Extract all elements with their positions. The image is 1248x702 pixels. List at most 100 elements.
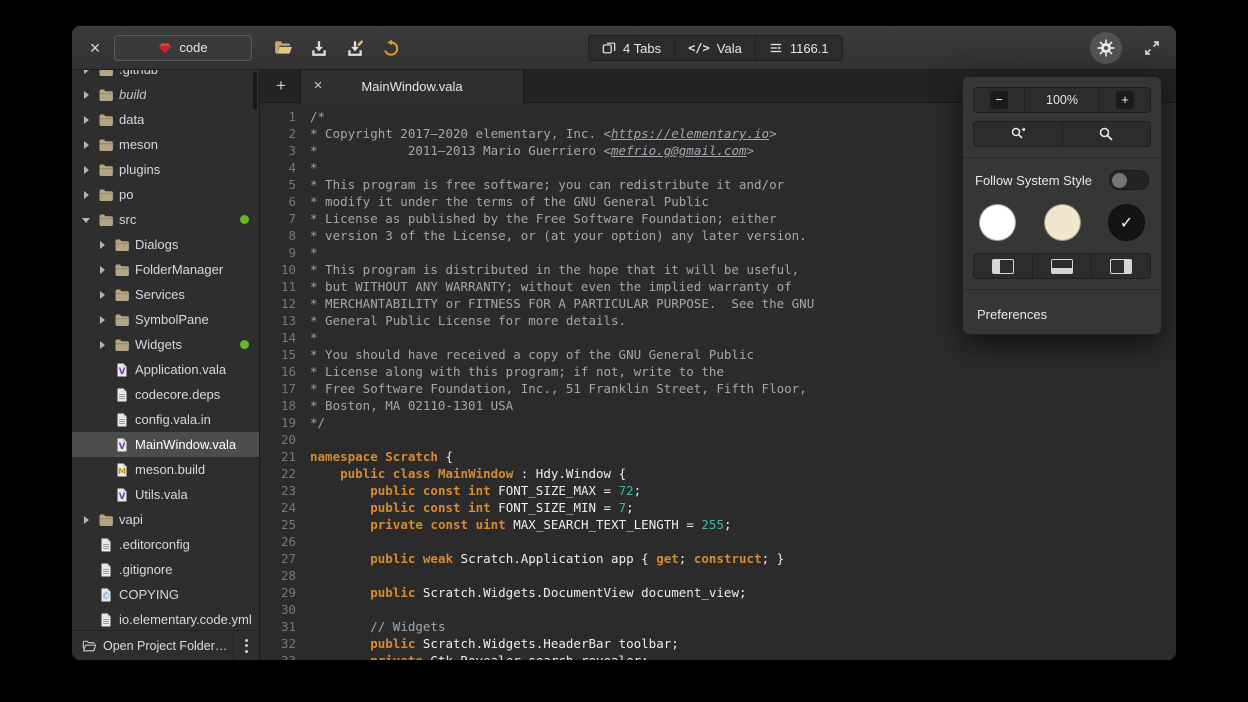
tree-file-config.vala.in[interactable]: config.vala.in [72,407,259,432]
tree-folder-Services[interactable]: Services [72,282,259,307]
code-text: * Copyright 2017–2020 elementary, Inc. <… [296,125,777,142]
save-as-button[interactable] [340,33,370,63]
code-token: * but WITHOUT ANY WARRANTY; without even… [310,279,792,294]
layout-controls [973,253,1151,279]
expander-closed-icon[interactable] [96,313,109,327]
code-token [310,483,370,498]
expander-closed-icon[interactable] [80,70,93,77]
line-number: 8 [260,227,296,244]
save-icon [310,39,328,57]
tree-item-label: codecore.deps [135,387,220,402]
expander-closed-icon[interactable] [80,163,93,177]
expander-closed-icon[interactable] [96,238,109,252]
project-sidebar: .github builddatamesonpluginspo src Dialogs… [72,70,260,660]
save-file-button[interactable] [304,33,334,63]
code-line: 33 private Gtk.Revealer search_revealer; [260,652,1176,660]
layout-sidebar-left-button[interactable] [973,253,1033,279]
zoom-out-button[interactable]: − [973,87,1025,113]
tree-folder-FolderManager[interactable]: FolderManager [72,257,259,282]
tree-folder-SymbolPane[interactable]: SymbolPane [72,307,259,332]
tree-item-label: meson.build [135,462,205,477]
style-light-button[interactable] [979,204,1016,241]
expander-closed-icon[interactable] [80,513,93,527]
tree-folder-meson[interactable]: meson [72,132,259,157]
layout-bottom-panel-button[interactable] [1032,253,1092,279]
tree-item-label: io.elementary.code.yml [119,612,252,627]
code-token: Scratch [385,449,438,464]
tree-folder-Widgets[interactable]: Widgets [72,332,259,357]
style-sepia-button[interactable] [1044,204,1081,241]
open-file-button[interactable] [268,33,298,63]
zoom-out-icon: − [990,91,1008,109]
code-text: * but WITHOUT ANY WARRANTY; without even… [296,278,792,295]
code-line: 16* License along with this program; if … [260,363,1176,380]
code-token: private [370,517,423,532]
expander-closed-icon[interactable] [80,138,93,152]
search-icon [1098,126,1114,142]
expander-spacer [80,563,93,577]
tree-file-.editorconfig[interactable]: .editorconfig [72,532,259,557]
goto-line-button[interactable]: 1166.1 [755,35,843,61]
expander-closed-icon[interactable] [80,88,93,102]
zoom-in-button[interactable]: + [1099,87,1151,113]
line-number: 7 [260,210,296,227]
code-token: * 2011–2013 Mario Guerriero < [310,143,611,158]
revert-button[interactable] [376,33,406,63]
tree-file-codecore.deps[interactable]: codecore.deps [72,382,259,407]
tree-file-meson.build[interactable]: meson.build [72,457,259,482]
fullscreen-button[interactable] [1138,34,1166,62]
tree-item-label: .github [119,70,158,77]
open-project-folder-label: Open Project Folder… [103,639,227,653]
tree-item-label: src [119,212,136,227]
expander-open-icon[interactable] [80,213,93,227]
code-token: construct [694,551,762,566]
follow-system-style-toggle[interactable] [1109,170,1149,190]
tabs-overview-button[interactable]: 4 Tabs [588,35,675,61]
tree-folder-Dialogs[interactable]: Dialogs [72,232,259,257]
settings-button[interactable] [1090,32,1122,64]
expander-closed-icon[interactable] [96,338,109,352]
sidebar-scrollbar[interactable] [253,72,257,110]
tree-file-Application.vala[interactable]: Application.vala [72,357,259,382]
new-tab-button[interactable]: + [268,73,294,99]
tree-folder-po[interactable]: po [72,182,259,207]
tree-folder-data[interactable]: data [72,107,259,132]
project-menu-button[interactable] [233,631,259,660]
tree-folder-.github[interactable]: .github [72,70,259,82]
tree-folder-plugins[interactable]: plugins [72,157,259,182]
file-tree-container: .github builddatamesonpluginspo src Dialogs… [72,70,259,630]
line-number: 6 [260,193,296,210]
expander-closed-icon[interactable] [80,113,93,127]
project-chooser-button[interactable]: code [114,35,252,61]
tree-folder-vapi[interactable]: vapi [72,507,259,532]
tree-file-MainWindow.vala[interactable]: MainWindow.vala [72,432,259,457]
tab-close-button[interactable]: × [309,77,327,95]
window-close-button[interactable]: × [82,35,108,61]
tree-folder-build[interactable]: build [72,82,259,107]
tree-item-label: .gitignore [119,562,172,577]
expander-closed-icon[interactable] [80,188,93,202]
style-dark-button[interactable]: ✓ [1108,204,1145,241]
code-text: private const uint MAX_SEARCH_TEXT_LENGT… [296,516,732,533]
code-token: public [370,500,415,515]
open-project-folder-button[interactable]: Open Project Folder… [72,631,233,660]
preferences-item[interactable]: Preferences [973,300,1151,324]
code-token [415,551,423,566]
tree-file-io.elementary.code.yml[interactable]: io.elementary.code.yml [72,607,259,630]
tree-folder-src[interactable]: src [72,207,259,232]
tree-file-COPYING[interactable]: COPYING [72,582,259,607]
expander-closed-icon[interactable] [96,288,109,302]
find-replace-button[interactable] [973,121,1063,147]
tree-item-label: vapi [119,512,143,527]
code-text: */ [296,414,325,431]
language-selector-button[interactable]: </> Vala [674,35,756,61]
tree-file-Utils.vala[interactable]: Utils.vala [72,482,259,507]
expander-closed-icon[interactable] [96,263,109,277]
code-token: class [393,466,431,481]
zoom-level-button[interactable]: 100% [1024,87,1100,113]
layout-sidebar-right-button[interactable] [1091,253,1151,279]
global-search-button[interactable] [1062,121,1152,147]
tree-file-.gitignore[interactable]: .gitignore [72,557,259,582]
code-text: private Gtk.Revealer search_revealer; [296,652,649,660]
tab-mainwindow[interactable]: × MainWindow.vala [300,70,524,103]
